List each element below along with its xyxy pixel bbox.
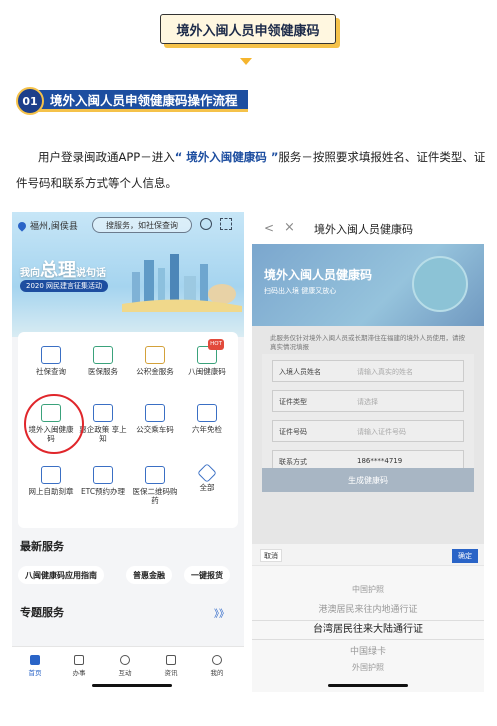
qr-health-icon: HOT [197, 339, 224, 364]
form-fields: 入境人员姓名 请输入真实的姓名 证件类型 请选择 证件号码 请输入证件号码 联系方式 1… [262, 354, 474, 482]
location-text: 福州,闽侯县 [30, 222, 78, 232]
location-selector[interactable]: 福州,闽侯县 [16, 219, 78, 232]
search-input[interactable]: 搜服务，如社保查询 [92, 217, 192, 233]
form-notice: 此服务仅针对境外入闽人员或长期滞住在福建的境外人员使用，请按真实情况填报 [270, 334, 465, 351]
grid-item-enterprise-policy[interactable]: 惠企政策 享上知 [78, 404, 128, 443]
house-fund-icon [145, 346, 165, 364]
close-icon[interactable]: × [284, 220, 295, 235]
id-number-field[interactable]: 证件号码 请输入证件号码 [272, 420, 464, 442]
tab-handle[interactable]: 办事 [64, 655, 94, 677]
phone-screenshot-home: 福州,闽侯县 搜服务，如社保查询 我向总理说句话 2020 网民建言征集活动 社… [12, 212, 244, 692]
shield-icon [41, 346, 61, 364]
title-pointer [240, 58, 252, 65]
service-headset-icon[interactable] [200, 218, 212, 230]
instruction-paragraph: 用户登录闽政通APP－进入“ 境外入闽健康码 ”服务－按照要求填报姓名、证件类型… [16, 144, 486, 196]
hot-badge: HOT [208, 339, 224, 350]
picker-option[interactable]: 外国护照 [252, 662, 484, 673]
news-icon [166, 655, 176, 665]
grid-item-medical-qr[interactable]: 医保二维码购药 [130, 466, 180, 505]
grid-item-online-seal[interactable]: 网上自助刻章 [26, 466, 76, 496]
picker-option-selected[interactable]: 台湾居民往来大陆通行证 [252, 620, 484, 640]
section-number: 01 [16, 87, 44, 115]
back-icon[interactable]: < [264, 221, 274, 235]
highlight-circle [24, 394, 84, 454]
tab-mine[interactable]: 我的 [202, 655, 232, 677]
page-title: 境外入闽人员申领健康码 [160, 14, 336, 44]
tab-news[interactable]: 资讯 [156, 655, 186, 677]
grid-item-etc[interactable]: ETC预约办理 [78, 466, 128, 496]
name-field[interactable]: 入境人员姓名 请输入真实的姓名 [272, 360, 464, 382]
medical-shield-icon [93, 346, 113, 364]
grid-item-bus-code[interactable]: 公交乘车码 [130, 404, 180, 434]
chip-health-code-guide[interactable]: 八闽健康码应用指南 [18, 566, 104, 584]
city-skyline-illustration [122, 254, 242, 312]
grid-item-housing-fund[interactable]: 公积金服务 [130, 346, 180, 376]
scan-icon[interactable] [220, 218, 232, 230]
car-icon [197, 404, 217, 422]
policy-doc-icon [93, 404, 113, 422]
handle-icon [74, 655, 84, 665]
id-type-field[interactable]: 证件类型 请选择 [272, 390, 464, 412]
banner-subtitle: 扫码出入境 健康又放心 [264, 287, 337, 295]
picker-cancel-button[interactable]: 取消 [260, 549, 282, 562]
chip-inclusive-finance[interactable]: 普惠金融 [126, 566, 172, 584]
section-heading: 01 境外入闽人员申领健康码操作流程 [16, 87, 248, 115]
home-indicator [328, 684, 408, 687]
grid-item-bamin-health-code[interactable]: HOT 八闽健康码 [182, 339, 232, 376]
picker-option[interactable]: 中国绿卡 [252, 644, 484, 657]
campaign-slogan[interactable]: 我向总理说句话 [20, 256, 106, 282]
id-type-picker: 取消 确定 中国护照 港澳居民来往内地通行证 台湾居民往来大陆通行证 中国绿卡 … [252, 544, 484, 692]
picker-option[interactable]: 港澳居民来往内地通行证 [252, 602, 484, 615]
grid-item-all[interactable]: 全部 [182, 463, 232, 492]
more-arrow-icon[interactable]: 》》 [214, 605, 229, 620]
latest-services-heading: 最新服务 [20, 540, 64, 553]
person-icon [212, 655, 222, 665]
home-indicator [92, 684, 172, 687]
nav-title: 境外入闽人员健康码 [314, 223, 413, 236]
nav-bar: < × 境外入闽人员健康码 [252, 212, 484, 244]
all-diamond-icon [197, 463, 217, 483]
home-icon [30, 655, 40, 665]
picker-confirm-button[interactable]: 确定 [452, 549, 478, 563]
grid-item-medical-insurance[interactable]: 医保服务 [78, 346, 128, 376]
home-header: 福州,闽侯县 搜服务，如社保查询 我向总理说句话 2020 网民建言征集活动 [12, 212, 244, 337]
banner-title: 境外入闽人员健康码 [264, 268, 373, 282]
chip-one-click-report[interactable]: 一键报货 [184, 566, 230, 584]
topic-services-heading: 专题服务 [20, 606, 64, 619]
para-highlight: “ 境外入闽健康码 ” [174, 150, 279, 164]
title-banner: 境外入闽人员申领健康码 [160, 14, 340, 65]
campaign-tag: 2020 网民建言征集活动 [20, 280, 109, 292]
globe-illustration [412, 256, 468, 312]
grid-item-inspection-exempt[interactable]: 六年免检 [182, 404, 232, 434]
tab-home[interactable]: 首页 [20, 655, 50, 677]
picker-option[interactable]: 中国护照 [252, 584, 484, 595]
picker-toolbar: 取消 确定 [252, 544, 484, 566]
bus-qr-icon [145, 404, 165, 422]
form-body: 境外入闽人员健康码 扫码出入境 健康又放心 此服务仅针对境外入闽人员或长期滞住在… [252, 244, 484, 544]
phone-screenshot-form: < × 境外入闽人员健康码 境外入闽人员健康码 扫码出入境 健康又放心 此服务仅… [252, 212, 484, 692]
location-pin-icon [16, 219, 28, 232]
etc-icon [93, 466, 113, 484]
tab-interact[interactable]: 互动 [110, 655, 140, 677]
medicine-qr-icon [145, 466, 165, 484]
para-before: 用户登录闽政通APP－进入 [38, 150, 175, 164]
chat-icon [120, 655, 130, 665]
section-title: 境外入闽人员申领健康码操作流程 [36, 90, 248, 112]
stamp-icon [41, 466, 61, 484]
grid-item-social-security[interactable]: 社保查询 [26, 346, 76, 376]
generate-code-button[interactable]: 生成健康码 [262, 468, 474, 492]
